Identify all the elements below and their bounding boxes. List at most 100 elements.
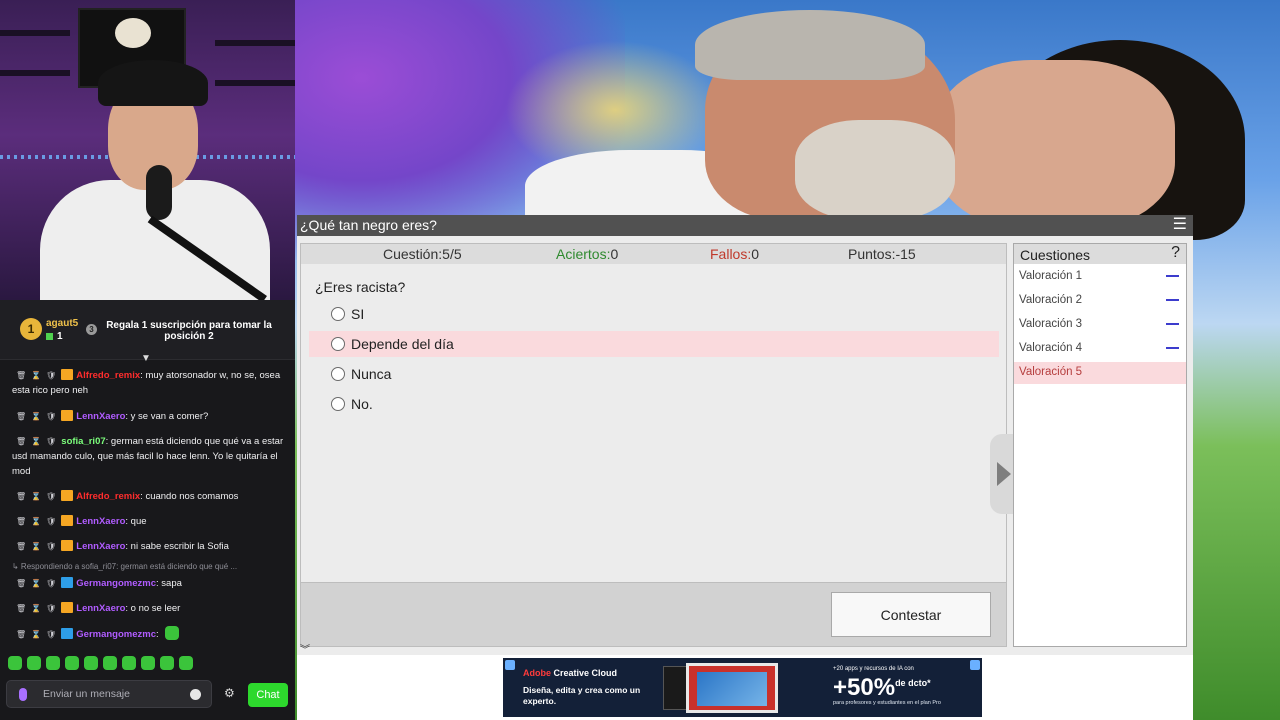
chat-settings-gear-icon[interactable]: ⚙: [224, 686, 235, 700]
radio-button[interactable]: [331, 307, 345, 321]
chat-username[interactable]: LennXaero: [76, 541, 125, 552]
answer-option[interactable]: No.: [309, 391, 999, 417]
minus-icon: [1166, 299, 1179, 301]
chat-username[interactable]: Alfredo_remix: [76, 491, 140, 502]
score-bar: Cuestión:5/5 Aciertos:0 Fallos:0 Puntos:…: [301, 244, 1006, 264]
ad-close-icon[interactable]: [970, 660, 980, 670]
chat-username[interactable]: sofia_ri07: [61, 436, 105, 447]
sidebar-item-active[interactable]: Valoración 5: [1014, 362, 1186, 384]
chat-message: 🗑⌛🛡 LennXaero: ni sabe escribir la Sofia: [12, 539, 284, 554]
pinned-gift-banner[interactable]: 1 agaut5 1 3 Regala 1 suscripción para t…: [0, 300, 295, 364]
mod-icons[interactable]: 🗑⌛🛡: [16, 437, 61, 446]
sidebar-item[interactable]: Valoración 1: [1014, 266, 1186, 288]
mod-icons[interactable]: 🗑⌛🛡: [16, 492, 61, 501]
hamburger-menu-icon[interactable]: ☰: [1173, 216, 1187, 233]
submit-answer-button[interactable]: Contestar: [831, 592, 991, 637]
chat-input-placeholder: Enviar un mensaje: [43, 688, 130, 700]
chat-message-input[interactable]: Enviar un mensaje: [6, 680, 212, 708]
option-label[interactable]: Depende del día: [351, 336, 454, 352]
emote-icon[interactable]: [103, 656, 117, 670]
wrong-counter: Fallos:0: [710, 246, 760, 262]
chat-username[interactable]: LennXaero: [76, 411, 125, 422]
radio-button[interactable]: [331, 337, 345, 351]
chat-text: : que: [125, 516, 147, 527]
answer-option[interactable]: SI: [309, 301, 999, 327]
question-text: ¿Eres racista?: [315, 279, 406, 295]
question-footer: Contestar: [301, 582, 1006, 646]
emote-icon[interactable]: [65, 656, 79, 670]
emote-icon[interactable]: [46, 656, 60, 670]
option-label[interactable]: No.: [351, 396, 373, 412]
ad-info-icon[interactable]: [505, 660, 515, 670]
chat-username[interactable]: Alfredo_remix: [76, 370, 140, 381]
expand-arrow-icon[interactable]: ▼: [141, 353, 151, 364]
microphone: [146, 165, 172, 220]
minus-icon: [1166, 275, 1179, 277]
option-label[interactable]: SI: [351, 306, 364, 322]
chat-text: : y se van a comer?: [125, 411, 209, 422]
chat-message: 🗑⌛🛡 LennXaero: y se van a comer?: [12, 409, 284, 424]
chat-text: : o no se leer: [125, 603, 181, 614]
minus-icon: [1166, 347, 1179, 349]
question-panel: Cuestión:5/5 Aciertos:0 Fallos:0 Puntos:…: [300, 243, 1016, 647]
ad-discount: +50%de dcto*: [833, 674, 931, 701]
mod-icons[interactable]: 🗑⌛🛡: [16, 630, 61, 639]
ad-small-text: +20 apps y recursos de IA con: [833, 666, 914, 672]
mod-icons[interactable]: 🗑⌛🛡: [16, 542, 61, 551]
help-icon[interactable]: ?: [1171, 244, 1180, 262]
crown-badge-icon: [61, 515, 74, 526]
sidebar-header: Cuestiones ?: [1014, 244, 1186, 264]
answer-option-highlighted[interactable]: Depende del día: [309, 331, 999, 357]
crown-badge-icon: [61, 602, 74, 613]
chat-username[interactable]: Germangomezmc: [76, 629, 156, 640]
sidebar-item[interactable]: Valoración 2: [1014, 290, 1186, 312]
chat-username[interactable]: Germangomezmc: [76, 578, 156, 589]
prime-badge-icon: [61, 628, 74, 639]
rank-badge: 1: [20, 318, 42, 340]
sidebar-item[interactable]: Valoración 4: [1014, 338, 1186, 360]
microphone-icon[interactable]: [19, 688, 27, 701]
emote-icon[interactable]: [122, 656, 136, 670]
emote-icon[interactable]: [160, 656, 174, 670]
mod-icons[interactable]: 🗑⌛🛡: [16, 412, 61, 421]
mod-icons[interactable]: 🗑⌛🛡: [16, 604, 61, 613]
quiz-window: ¿Qué tan negro eres? ☰ Cuestión:5/5 Acie…: [297, 215, 1193, 655]
emote-icon[interactable]: [141, 656, 155, 670]
mod-icons[interactable]: 🗑⌛🛡: [16, 579, 61, 588]
radio-button[interactable]: [331, 367, 345, 381]
chat-username[interactable]: LennXaero: [76, 603, 125, 614]
answer-option[interactable]: Nunca: [309, 361, 999, 387]
minus-icon: [1166, 323, 1179, 325]
reply-preview[interactable]: ↳ Respondiendo a sofia_ri07: german está…: [12, 562, 237, 571]
advertisement-banner[interactable]: Adobe Creative Cloud Diseña, edita y cre…: [503, 658, 982, 717]
gift-count: 1: [46, 331, 63, 342]
ad-laptop-image: [686, 663, 778, 713]
sidebar-title: Cuestiones: [1020, 247, 1091, 263]
chat-text: : cuando nos comamos: [140, 491, 239, 502]
sidebar-item[interactable]: Valoración 3: [1014, 314, 1186, 336]
radio-button[interactable]: [331, 397, 345, 411]
chat-message: 🗑⌛🛡sofia_ri07: german está diciendo que …: [12, 434, 284, 479]
emote-icon[interactable]: [179, 656, 193, 670]
chat-send-button[interactable]: Chat: [248, 683, 288, 707]
option-label[interactable]: Nunca: [351, 366, 391, 382]
ad-fine-print: para profesores y estudiantes en el plan…: [833, 700, 941, 706]
ad-area: Adobe Creative Cloud Diseña, edita y cre…: [297, 655, 1193, 720]
collapse-chevron-icon[interactable]: ︾: [300, 641, 310, 656]
crown-badge-icon: [61, 410, 74, 421]
emote-bar: [8, 656, 288, 672]
chat-text: :: [156, 629, 159, 640]
crown-badge-icon: [61, 369, 74, 380]
emote-icon[interactable]: [8, 656, 22, 670]
mod-icons[interactable]: 🗑⌛🛡: [16, 517, 61, 526]
chat-message: 🗑⌛🛡 Germangomezmc:: [12, 626, 284, 642]
emoji-picker-icon[interactable]: [190, 689, 201, 700]
chat-username[interactable]: LennXaero: [76, 516, 125, 527]
chat-message: 🗑⌛🛡 Alfredo_remix: muy atorsonador w, no …: [12, 368, 284, 398]
chat-text: : ni sabe escribir la Sofia: [125, 541, 229, 552]
crown-badge-icon: [61, 540, 74, 551]
mod-icons[interactable]: 🗑⌛🛡: [16, 371, 61, 380]
emote-icon[interactable]: [27, 656, 41, 670]
emote-icon[interactable]: [84, 656, 98, 670]
quiz-title: ¿Qué tan negro eres?: [300, 217, 437, 233]
